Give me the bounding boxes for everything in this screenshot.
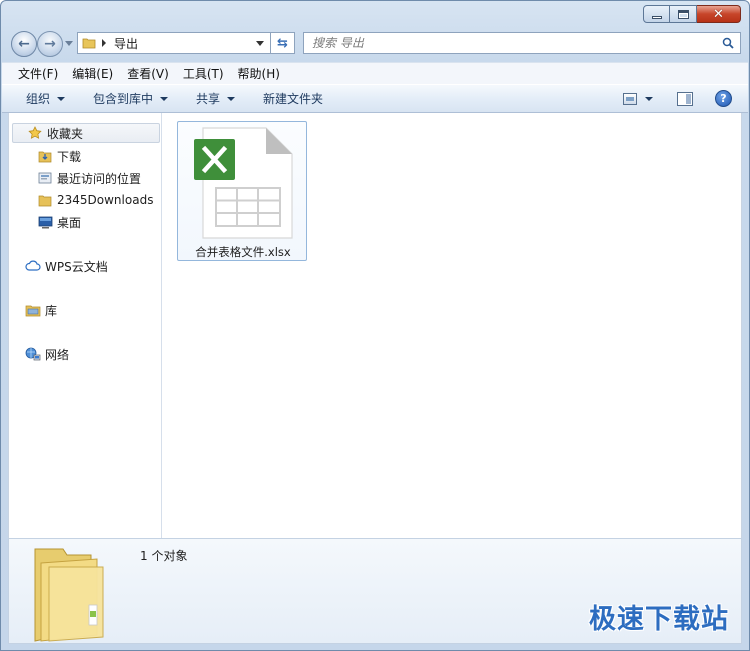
menu-view[interactable]: 查看(V) <box>127 65 169 82</box>
main-area: 收藏夹 下载 最近访问的位置 2345Downloads 桌面 WPS云文档 库… <box>8 113 742 538</box>
nav-favorites[interactable]: 收藏夹 <box>12 123 160 143</box>
nav-recent-places[interactable]: 最近访问的位置 <box>37 168 141 188</box>
folder-large-icon <box>34 548 104 642</box>
share-label: 共享 <box>196 92 221 106</box>
arrow-left-icon: ← <box>18 36 30 52</box>
menu-help[interactable]: 帮助(H) <box>238 65 280 82</box>
organize-label: 组织 <box>26 92 51 106</box>
downloads-folder-icon <box>37 148 53 164</box>
breadcrumb-current[interactable]: 导出 <box>114 35 138 52</box>
command-bar: 组织 包含到库中 共享 新建文件夹 ? <box>2 84 748 113</box>
chevron-down-icon <box>227 96 236 101</box>
library-icon <box>25 302 41 318</box>
folder-icon <box>37 192 53 208</box>
nav-library[interactable]: 库 <box>25 300 57 320</box>
close-icon: ✕ <box>713 6 724 22</box>
new-folder-button[interactable]: 新建文件夹 <box>263 90 323 107</box>
breadcrumb-arrow-icon[interactable] <box>102 39 106 47</box>
nav-downloads[interactable]: 下载 <box>37 146 81 166</box>
nav-downloads-label: 下载 <box>57 149 82 164</box>
nav-desktop[interactable]: 桌面 <box>37 212 81 232</box>
menu-file[interactable]: 文件(F) <box>18 65 58 82</box>
nav-2345downloads-label: 2345Downloads <box>57 193 154 207</box>
menu-tools[interactable]: 工具(T) <box>183 65 224 82</box>
chevron-down-icon <box>57 96 66 101</box>
address-bar[interactable]: 导出 <box>77 32 271 54</box>
view-controls: ? <box>623 90 732 107</box>
back-button[interactable]: ← <box>11 31 37 57</box>
file-list: 合并表格文件.xlsx <box>163 113 741 538</box>
desktop-icon <box>37 214 53 230</box>
organize-button[interactable]: 组织 <box>26 90 66 107</box>
nav-desktop-label: 桌面 <box>57 215 82 230</box>
nav-favorites-label: 收藏夹 <box>47 126 84 141</box>
folder-icon <box>82 38 96 49</box>
forward-button[interactable]: → <box>37 31 63 57</box>
file-item[interactable]: 合并表格文件.xlsx <box>177 121 307 261</box>
search-input[interactable] <box>312 36 712 50</box>
recent-pages-dropdown[interactable] <box>65 41 73 46</box>
star-icon <box>27 125 43 141</box>
minimize-icon <box>651 15 662 19</box>
menu-bar: 文件(F) 编辑(E) 查看(V) 工具(T) 帮助(H) <box>2 62 748 84</box>
address-dropdown-icon[interactable] <box>256 41 264 46</box>
include-in-library-button[interactable]: 包含到库中 <box>93 90 169 107</box>
close-button[interactable]: ✕ <box>697 5 741 23</box>
recent-places-icon <box>37 170 53 186</box>
item-count: 1 个对象 <box>140 549 188 563</box>
excel-file-icon <box>194 127 293 239</box>
new-folder-label: 新建文件夹 <box>263 92 324 106</box>
search-icon[interactable] <box>722 37 734 49</box>
network-icon <box>25 346 41 362</box>
maximize-button[interactable] <box>670 5 697 23</box>
search-box[interactable] <box>303 32 741 54</box>
cloud-icon <box>25 258 41 274</box>
caption-buttons: ✕ <box>643 5 741 23</box>
chevron-down-icon <box>160 96 169 101</box>
nav-wps-cloud[interactable]: WPS云文档 <box>25 256 108 276</box>
file-name[interactable]: 合并表格文件.xlsx <box>178 244 308 260</box>
preview-pane-icon[interactable] <box>677 91 693 106</box>
nav-2345downloads[interactable]: 2345Downloads <box>37 190 153 210</box>
explorer-window: ✕ ← → 导出 ⇆ 文件(F) 编辑(E) 查看(V) 工具(T) 帮助(H)… <box>0 0 750 651</box>
arrow-right-icon: → <box>44 36 56 52</box>
nav-wps-cloud-label: WPS云文档 <box>45 259 108 274</box>
nav-recent-places-label: 最近访问的位置 <box>57 171 142 186</box>
change-view-icon[interactable] <box>623 92 637 105</box>
share-button[interactable]: 共享 <box>196 90 236 107</box>
nav-network[interactable]: 网络 <box>25 344 69 364</box>
refresh-icon: ⇆ <box>277 35 288 51</box>
menu-edit[interactable]: 编辑(E) <box>72 65 113 82</box>
maximize-icon <box>677 9 689 19</box>
view-options-dropdown[interactable] <box>645 96 653 101</box>
minimize-button[interactable] <box>643 5 670 23</box>
refresh-button[interactable]: ⇆ <box>271 32 295 54</box>
include-in-library-label: 包含到库中 <box>93 92 154 106</box>
help-icon[interactable]: ? <box>715 90 732 107</box>
nav-network-label: 网络 <box>45 347 70 362</box>
watermark-text: 极速下载站 <box>589 604 729 635</box>
nav-library-label: 库 <box>45 303 58 318</box>
navigation-pane: 收藏夹 下载 最近访问的位置 2345Downloads 桌面 WPS云文档 库… <box>9 113 162 538</box>
